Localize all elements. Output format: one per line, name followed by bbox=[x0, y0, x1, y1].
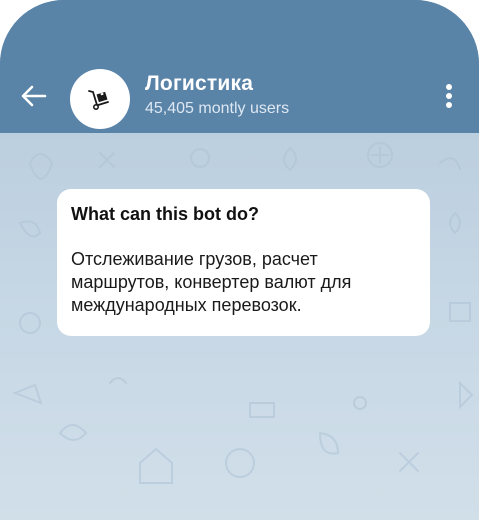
bot-description-heading: What can this bot do? bbox=[71, 204, 259, 224]
more-options-button[interactable] bbox=[435, 82, 463, 110]
chat-title[interactable]: Логистика bbox=[145, 72, 253, 96]
bot-description-text: Отслеживание грузов, расчет маршрутов, к… bbox=[71, 249, 352, 315]
bot-avatar[interactable] bbox=[70, 69, 130, 129]
arrow-left-icon bbox=[21, 85, 47, 107]
back-button[interactable] bbox=[18, 80, 50, 112]
hand-truck-box-icon bbox=[88, 90, 109, 110]
chat-subtitle: 45,405 montly users bbox=[145, 100, 290, 117]
bot-description-bubble: What can this bot do? Отслеживание грузо… bbox=[57, 189, 430, 336]
phone-screen: Логистика 45,405 montly users What can t… bbox=[0, 0, 479, 520]
vertical-dots-icon bbox=[446, 84, 452, 90]
chat-header: Логистика 45,405 montly users bbox=[0, 0, 479, 133]
